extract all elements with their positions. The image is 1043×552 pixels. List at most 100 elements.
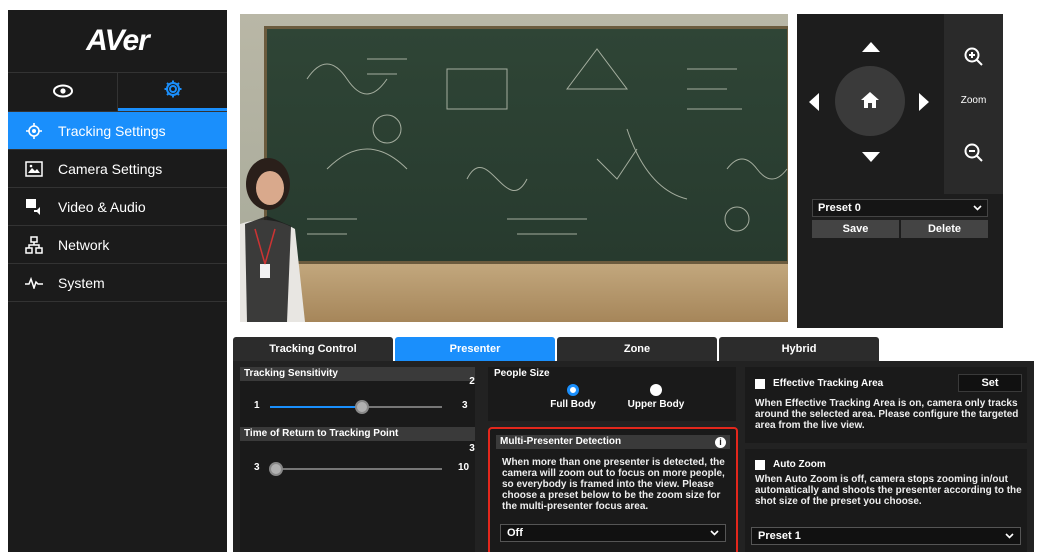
chevron-down-icon xyxy=(973,202,982,214)
radio-unselected-icon xyxy=(650,384,662,396)
checkbox-label: Auto Zoom xyxy=(773,459,826,470)
sidebar-item-label: Camera Settings xyxy=(58,160,163,177)
people-size-section: People Size Full Body Upper Body xyxy=(488,367,736,421)
sidebar: AVer Tracking Settings Camera Settings V… xyxy=(8,10,227,552)
return-time-title: Time of Return to Tracking Point xyxy=(240,427,475,441)
mode-tabs xyxy=(8,72,227,112)
checkbox-label: Effective Tracking Area xyxy=(773,378,884,389)
zoom-out-icon xyxy=(964,143,984,166)
tracking-sensitivity-slider[interactable]: 1 3 xyxy=(240,397,475,417)
slider-track xyxy=(270,468,442,470)
save-preset-button[interactable]: Save xyxy=(812,220,899,238)
tracking-sensitivity-title: Tracking Sensitivity xyxy=(240,367,475,381)
sidebar-item-label: Network xyxy=(58,236,110,253)
tilt-up-arrow-icon[interactable] xyxy=(862,42,880,52)
slider-max-label: 3 xyxy=(462,400,468,411)
presenter-settings-panel: Tracking Sensitivity 2 1 3 Time of Retur… xyxy=(233,361,1034,552)
upper-body-radio[interactable]: Upper Body xyxy=(616,384,696,410)
radio-label: Upper Body xyxy=(627,399,685,410)
home-button[interactable] xyxy=(835,66,905,136)
auto-zoom-preset-select[interactable]: Preset 1 xyxy=(751,527,1021,545)
network-icon xyxy=(24,235,44,255)
full-body-radio[interactable]: Full Body xyxy=(533,384,613,410)
logo-text: AVer xyxy=(86,24,150,57)
settings-mode-tab[interactable] xyxy=(118,73,227,111)
zoom-out-button[interactable] xyxy=(944,124,1003,184)
effective-tracking-area-checkbox[interactable]: Effective Tracking Area xyxy=(755,378,883,389)
auto-zoom-checkbox[interactable]: Auto Zoom xyxy=(755,459,826,470)
live-view[interactable] xyxy=(240,14,788,322)
home-icon xyxy=(860,91,880,112)
sidebar-item-video-audio[interactable]: Video & Audio xyxy=(8,188,227,226)
presenter-figure xyxy=(240,154,310,322)
image-icon xyxy=(24,159,44,179)
tab-presenter[interactable]: Presenter xyxy=(395,337,555,361)
slider-settings: Tracking Sensitivity 2 1 3 Time of Retur… xyxy=(240,367,475,552)
preset-select-value: Preset 0 xyxy=(818,202,861,214)
target-icon xyxy=(24,121,44,141)
video-audio-icon xyxy=(24,197,44,217)
ptz-control-panel: Zoom Preset 0 Save Delete xyxy=(797,14,1003,328)
tilt-down-arrow-icon[interactable] xyxy=(862,152,880,162)
people-size-title: People Size xyxy=(488,367,736,381)
slider-max-label: 10 xyxy=(458,462,470,473)
sidebar-item-label: Video & Audio xyxy=(58,198,146,215)
slider-thumb[interactable] xyxy=(355,400,369,414)
auto-zoom-section: Auto Zoom When Auto Zoom is off, camera … xyxy=(745,449,1027,552)
tab-hybrid[interactable]: Hybrid xyxy=(719,337,879,361)
multi-presenter-preset-select[interactable]: Off xyxy=(500,524,726,542)
checkbox-icon xyxy=(755,378,765,389)
view-mode-tab[interactable] xyxy=(8,73,118,111)
select-value: Preset 1 xyxy=(758,530,801,542)
live-view-floor xyxy=(240,264,788,322)
radio-selected-icon xyxy=(567,384,579,396)
sidebar-item-label: System xyxy=(58,274,105,291)
effective-tracking-area-section: Effective Tracking Area Set When Effecti… xyxy=(745,367,1027,443)
app-window: AVer Tracking Settings Camera Settings V… xyxy=(0,0,1043,552)
tracking-sensitivity-value: 2 xyxy=(469,376,475,387)
pan-right-arrow-icon[interactable] xyxy=(919,93,929,111)
radio-label: Full Body xyxy=(550,399,596,410)
set-area-button[interactable]: Set xyxy=(958,374,1022,392)
delete-preset-button[interactable]: Delete xyxy=(901,220,988,238)
slider-fill xyxy=(270,406,356,408)
return-time-slider[interactable]: 3 10 xyxy=(240,459,475,479)
multi-presenter-title: Multi-Presenter Detection xyxy=(500,436,622,447)
effective-area-description: When Effective Tracking Area is on, came… xyxy=(755,398,1019,431)
zoom-label: Zoom xyxy=(960,95,987,106)
sidebar-item-tracking-settings[interactable]: Tracking Settings xyxy=(8,112,227,150)
pan-tilt-pad xyxy=(797,14,942,194)
auto-zoom-description: When Auto Zoom is off, camera stops zoom… xyxy=(755,474,1022,507)
chevron-down-icon xyxy=(1005,530,1014,542)
presenter-options: People Size Full Body Upper Body Multi-P… xyxy=(488,367,738,552)
sidebar-item-camera-settings[interactable]: Camera Settings xyxy=(8,150,227,188)
multi-presenter-header: Multi-Presenter Detection i xyxy=(496,435,730,449)
slider-min-label: 3 xyxy=(254,462,260,473)
select-value: Off xyxy=(507,527,523,539)
gear-icon xyxy=(163,79,183,102)
info-icon[interactable]: i xyxy=(715,436,726,448)
zoom-in-button[interactable] xyxy=(944,28,1003,88)
multi-presenter-detection-section: Multi-Presenter Detection i When more th… xyxy=(488,427,738,552)
live-view-chalkboard xyxy=(264,26,788,264)
zoom-controls: Zoom xyxy=(944,14,1003,194)
preset-select[interactable]: Preset 0 xyxy=(812,199,988,217)
tab-zone[interactable]: Zone xyxy=(557,337,717,361)
chevron-down-icon xyxy=(710,527,719,539)
sidebar-item-system[interactable]: System xyxy=(8,264,227,302)
pan-left-arrow-icon[interactable] xyxy=(809,93,819,111)
logo: AVer xyxy=(8,10,227,72)
slider-thumb[interactable] xyxy=(269,462,283,476)
zoom-in-icon xyxy=(964,47,984,70)
checkbox-icon xyxy=(755,459,765,470)
tracking-tabs: Tracking Control Presenter Zone Hybrid xyxy=(233,337,881,361)
sidebar-item-network[interactable]: Network xyxy=(8,226,227,264)
pulse-icon xyxy=(24,273,44,293)
multi-presenter-description: When more than one presenter is detected… xyxy=(502,457,725,512)
area-and-zoom-options: Effective Tracking Area Set When Effecti… xyxy=(745,367,1027,552)
eye-icon xyxy=(52,84,74,101)
slider-min-label: 1 xyxy=(254,400,260,411)
sidebar-item-label: Tracking Settings xyxy=(58,122,166,139)
return-time-value: 3 xyxy=(469,443,475,454)
tab-tracking-control[interactable]: Tracking Control xyxy=(233,337,393,361)
